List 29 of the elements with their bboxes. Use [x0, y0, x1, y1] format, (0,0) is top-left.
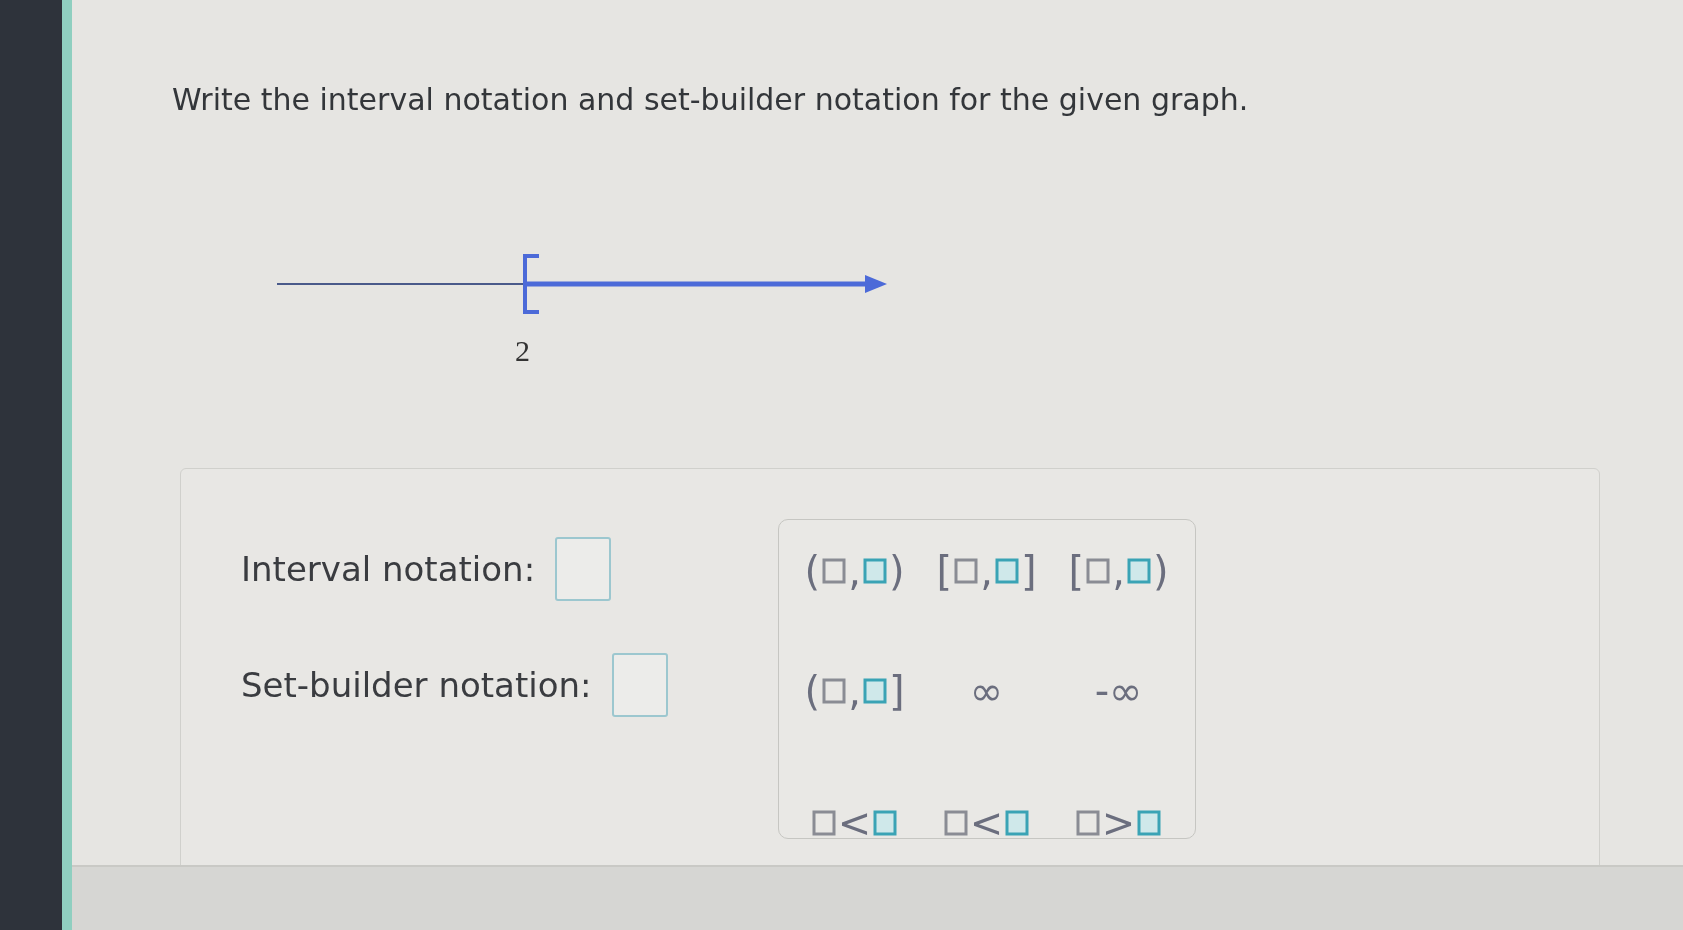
empty-square-icon: [954, 558, 979, 584]
interval-key[interactable]: [ , ): [1052, 540, 1185, 602]
filled-square-icon: [873, 810, 898, 836]
tick-label: 2: [515, 334, 531, 368]
answer-field[interactable]: [611, 653, 668, 717]
empty-square-icon: [1075, 810, 1100, 836]
empty-square-icon: [811, 810, 836, 836]
empty-square-icon: [943, 810, 968, 836]
interval-key[interactable]: ( , ): [788, 540, 921, 602]
filled-square-icon: [1137, 810, 1162, 836]
filled-square-icon: [994, 558, 1019, 584]
empty-square-icon: [822, 678, 847, 704]
symbol-key[interactable]: -∞: [1052, 660, 1185, 722]
filled-square-icon: [862, 558, 887, 584]
filled-square-icon: [862, 678, 887, 704]
empty-square-icon: [1086, 558, 1111, 584]
relation-key[interactable]: <: [788, 780, 921, 838]
answer-field[interactable]: [555, 537, 612, 601]
answer-label: Interval notation:: [241, 549, 536, 589]
interval-key[interactable]: [ , ]: [920, 540, 1053, 602]
relation-key[interactable]: >: [1052, 780, 1185, 838]
interval-key[interactable]: ( , ]: [788, 660, 921, 722]
relation-key[interactable]: <: [920, 780, 1053, 838]
answer-label: Set-builder notation:: [241, 665, 592, 705]
question-text: Write the interval notation and set-builder notation for the given graph.: [171, 81, 1250, 117]
empty-square-icon: [822, 558, 847, 584]
symbol-key[interactable]: ∞: [920, 660, 1053, 722]
filled-square-icon: [1005, 810, 1030, 836]
filled-square-icon: [1126, 558, 1151, 584]
